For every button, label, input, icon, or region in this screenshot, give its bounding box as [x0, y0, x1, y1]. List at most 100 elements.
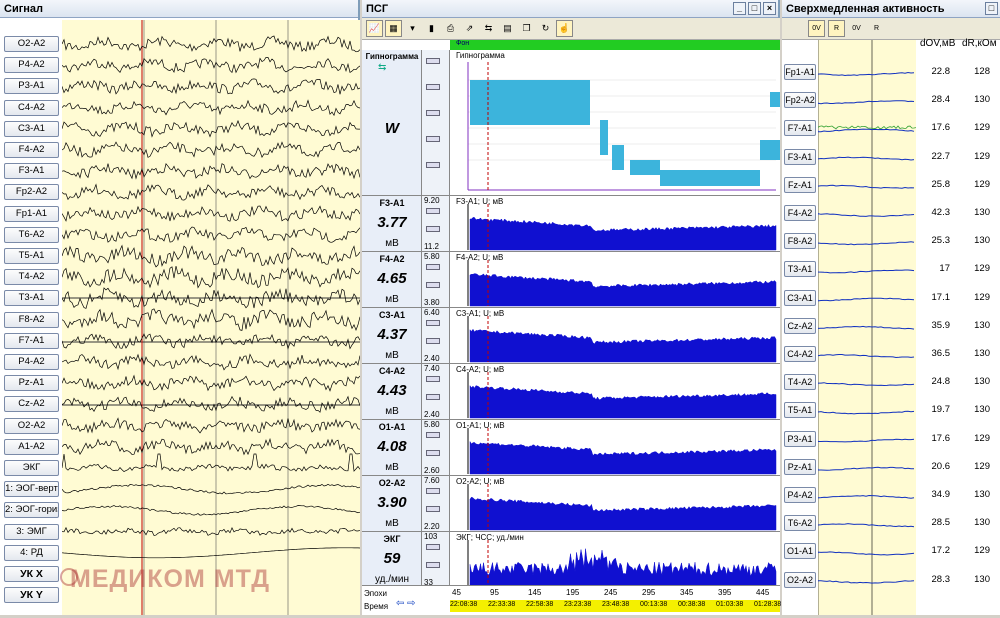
scale-bottom: 2.60 — [424, 466, 440, 475]
refresh-icon[interactable]: ↻ — [537, 20, 554, 37]
slow-close-button[interactable]: □ — [985, 2, 998, 15]
heart-rate-plot[interactable]: ЭКГ; ЧСС; уд./мин — [450, 532, 780, 587]
export-icon[interactable]: ⇗ — [461, 20, 478, 37]
channel-button[interactable]: 1: ЭОГ-верт — [4, 481, 59, 498]
scale-slider[interactable] — [426, 544, 440, 550]
scale-slider[interactable] — [426, 450, 440, 456]
layout-icon[interactable]: ▦ — [385, 20, 402, 37]
scale-slider[interactable] — [426, 226, 440, 232]
scale-slider[interactable] — [426, 506, 440, 512]
slow-channel-button[interactable]: P4-A2 — [784, 487, 816, 503]
slow-channel-button[interactable]: T5-A1 — [784, 402, 816, 419]
channel-button[interactable]: F3-A1 — [4, 163, 59, 180]
channel-button[interactable]: O2-A2 — [4, 417, 59, 434]
scale-slider[interactable] — [426, 394, 440, 400]
channel-button[interactable]: T5-A1 — [4, 248, 59, 264]
power-plot[interactable]: C4-A2; U; мВ — [450, 364, 780, 419]
slow-channel-button[interactable]: F8-A2 — [784, 233, 816, 250]
slow-channel-button[interactable]: O2-A2 — [784, 571, 816, 588]
channel-button[interactable]: 2: ЭОГ-гориз — [4, 502, 59, 519]
slow-channel-button[interactable]: F4-A2 — [784, 205, 816, 221]
channel-button[interactable]: A1-A2 — [4, 438, 59, 455]
scale-slider[interactable] — [426, 264, 440, 270]
scale-slider[interactable] — [426, 320, 440, 326]
minimize-button[interactable]: _ — [733, 2, 746, 15]
channel-button[interactable]: 4: РД — [4, 544, 59, 561]
report-icon[interactable]: ▤ — [499, 20, 516, 37]
channel-button[interactable]: T3-A1 — [4, 290, 59, 307]
channel-button[interactable]: ЭКГ — [4, 460, 59, 476]
channel-button[interactable]: УК Х — [4, 566, 59, 582]
swap-arrows-icon[interactable]: ⇆ — [378, 62, 386, 73]
dropdown-arrow-icon[interactable]: ▾ — [404, 20, 421, 37]
scale-slider[interactable] — [426, 58, 440, 64]
slow-channel-button[interactable]: Pz-A1 — [784, 458, 816, 475]
hypnogram-plot[interactable]: Гипнограмма — [450, 50, 780, 195]
bar-chart-icon[interactable]: ▮ — [423, 20, 440, 37]
slow-channel-button[interactable]: Fz-A1 — [784, 176, 816, 193]
slow-channel-button[interactable]: Fp2-A2 — [784, 92, 816, 109]
channel-button[interactable]: 3: ЭМГ — [4, 523, 59, 540]
channel-button[interactable]: Pz-A1 — [4, 375, 59, 392]
eeg-trace-area[interactable] — [62, 20, 360, 615]
close-button[interactable]: × — [763, 2, 776, 15]
copy-icon[interactable]: ❐ — [518, 20, 535, 37]
slow-channel-button[interactable]: O1-A1 — [784, 543, 816, 560]
eeg-trace — [62, 453, 360, 473]
power-plot[interactable]: O2-A2; U; мВ — [450, 476, 780, 531]
channel-button[interactable]: Fp1-A1 — [4, 205, 59, 222]
scale-slider[interactable] — [426, 338, 440, 344]
scale-slider[interactable] — [426, 282, 440, 288]
channel-button[interactable]: F8-A2 — [4, 311, 59, 328]
slow-r-button[interactable]: R — [868, 20, 885, 37]
channel-button[interactable]: Cz-A2 — [4, 396, 59, 413]
scale-slider[interactable] — [426, 136, 440, 142]
scale-slider[interactable] — [426, 162, 440, 168]
scale-slider[interactable] — [426, 376, 440, 382]
slow-0v-toggle[interactable]: 0V — [808, 20, 825, 37]
scale-slider[interactable] — [426, 110, 440, 116]
channel-button[interactable]: C3-A1 — [4, 120, 59, 137]
channel-button[interactable]: P4-A2 — [4, 57, 59, 74]
slow-channel-button[interactable]: F7-A1 — [784, 120, 816, 137]
slow-channel-button[interactable]: P3-A1 — [784, 430, 816, 447]
power-plot[interactable]: F3-A1; U; мВ — [450, 196, 780, 251]
slow-0v-button[interactable]: 0V — [848, 20, 865, 37]
time-axis[interactable]: 22:08:38 22:33:38 22:58:38 23:23:38 23:48:38… — [450, 600, 781, 612]
scale-slider[interactable] — [426, 84, 440, 90]
power-plot[interactable]: F4-A2; U; мВ — [450, 252, 780, 307]
slow-channel-button[interactable]: T3-A1 — [784, 261, 816, 278]
slow-channel-button[interactable]: F3-A1 — [784, 148, 816, 165]
arrows-icon[interactable]: ⇆ — [480, 20, 497, 37]
power-plot[interactable]: C3-A1; U; мВ — [450, 308, 780, 363]
channel-button[interactable]: T4-A2 — [4, 269, 59, 286]
slow-channel-button[interactable]: C4-A2 — [784, 346, 816, 362]
channel-button[interactable]: F4-A2 — [4, 142, 59, 158]
hypnogram-block — [612, 145, 624, 170]
maximize-button[interactable]: □ — [748, 2, 761, 15]
channel-button[interactable]: P4-A2 — [4, 354, 59, 370]
power-plot[interactable]: O1-A1; U; мВ — [450, 420, 780, 475]
nav-arrows-icon[interactable]: ⇦ ⇨ — [396, 598, 416, 609]
eeg-trace — [62, 308, 360, 331]
print-icon[interactable]: ⎙ — [442, 20, 459, 37]
slow-channel-button[interactable]: Fp1-A1 — [784, 64, 816, 80]
channel-button[interactable]: УК Y — [4, 587, 59, 604]
channel-button[interactable]: F7-A1 — [4, 332, 59, 349]
slow-r-toggle[interactable]: R — [828, 20, 845, 37]
scale-slider[interactable] — [426, 562, 440, 568]
scale-slider[interactable] — [426, 208, 440, 214]
slow-channel-button[interactable]: Cz-A2 — [784, 317, 816, 334]
channel-button[interactable]: P3-A1 — [4, 78, 59, 95]
slow-channel-button[interactable]: T4-A2 — [784, 374, 816, 391]
channel-button[interactable]: Fp2-A2 — [4, 184, 59, 201]
channel-button[interactable]: C4-A2 — [4, 99, 59, 116]
hand-icon[interactable]: ☝ — [556, 20, 573, 37]
scale-slider[interactable] — [426, 488, 440, 494]
slow-channel-button[interactable]: T6-A2 — [784, 515, 816, 532]
scale-slider[interactable] — [426, 432, 440, 438]
channel-button[interactable]: T6-A2 — [4, 226, 59, 243]
chart-view-icon[interactable]: 📈 — [366, 20, 383, 37]
channel-button[interactable]: O2-A2 — [4, 36, 59, 52]
slow-channel-button[interactable]: C3-A1 — [784, 289, 816, 306]
